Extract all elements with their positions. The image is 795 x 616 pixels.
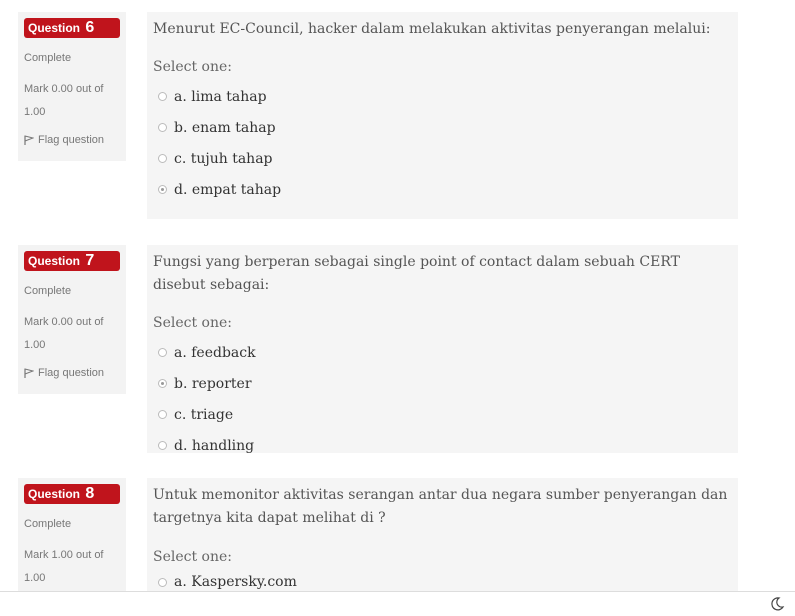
answer-label: a. Kaspersky.com (174, 574, 297, 590)
flag-icon (24, 134, 34, 145)
radio-button-selected[interactable] (158, 185, 167, 194)
answer-option[interactable]: a. feedback (153, 337, 732, 368)
bottom-bar (0, 591, 795, 616)
question-content: Fungsi yang berperan sebagai single poin… (147, 245, 738, 454)
answer-label: d. empat tahap (174, 181, 282, 198)
answer-label: a. lima tahap (174, 88, 267, 105)
answer-option[interactable]: b. enam tahap (153, 112, 732, 143)
flag-question-link[interactable]: Flag question (24, 134, 120, 146)
radio-button-selected[interactable] (158, 379, 167, 388)
flag-question-label: Flag question (38, 134, 105, 146)
question-info: Question 8 Complete Mark 1.00 out of 1.0… (18, 478, 126, 591)
answer-label: d. handling (174, 437, 255, 454)
answer-options: a. lima tahap b. enam tahap c. tujuh tah… (153, 81, 732, 205)
select-one-prompt: Select one: (153, 315, 233, 331)
question-number: 8 (85, 485, 95, 502)
question-state: Complete (24, 518, 72, 530)
flag-icon (24, 367, 34, 378)
answer-option[interactable]: c. triage (153, 399, 732, 430)
answer-option[interactable]: a. lima tahap (153, 81, 732, 112)
question-content: Menurut EC-Council, hacker dalam melakuk… (147, 12, 738, 219)
radio-button[interactable] (158, 410, 167, 419)
question-number-badge: Question 6 (24, 18, 120, 38)
answer-options: a. feedback b. reporter c. triage d. han… (153, 337, 732, 461)
answer-label: c. triage (174, 406, 234, 423)
answer-label: b. enam tahap (174, 119, 276, 136)
question-text: Untuk memonitor aktivitas serangan antar… (153, 487, 728, 526)
question-info: Question 7 Complete Mark 0.00 out of 1.0… (18, 245, 126, 394)
question-grade: Mark 1.00 out of 1.00 (24, 549, 104, 584)
select-one-prompt: Select one: (153, 549, 233, 565)
question-text: Menurut EC-Council, hacker dalam melakuk… (153, 21, 711, 37)
question-number-badge: Question 7 (24, 251, 120, 271)
question-grade: Mark 0.00 out of 1.00 (24, 316, 104, 351)
question-label: Question (28, 21, 81, 35)
question-number: 6 (85, 19, 95, 36)
radio-button[interactable] (158, 577, 167, 587)
answer-option[interactable]: d. empat tahap (153, 174, 732, 205)
flag-question-label: Flag question (38, 367, 105, 379)
answer-option[interactable]: d. handling (153, 430, 732, 461)
answer-label: a. feedback (174, 344, 256, 361)
question-state: Complete (24, 285, 72, 297)
radio-button[interactable] (158, 441, 167, 450)
answer-option[interactable]: b. reporter (153, 368, 732, 399)
radio-button[interactable] (158, 154, 167, 163)
question-info: Question 6 Complete Mark 0.00 out of 1.0… (18, 12, 126, 161)
select-one-prompt: Select one: (153, 59, 233, 75)
answer-options: a. Kaspersky.com (153, 571, 732, 591)
answer-option[interactable]: a. Kaspersky.com (153, 571, 732, 591)
question-label: Question (28, 254, 81, 268)
answer-option[interactable]: c. tujuh tahap (153, 143, 732, 174)
question-number-badge: Question 8 (24, 484, 120, 504)
flag-question-link[interactable]: Flag question (24, 367, 120, 379)
question-grade: Mark 0.00 out of 1.00 (24, 83, 104, 118)
question-label: Question (28, 487, 81, 501)
answer-label: b. reporter (174, 375, 252, 392)
question-number: 7 (85, 252, 95, 269)
radio-button[interactable] (158, 92, 167, 101)
question-content: Untuk memonitor aktivitas serangan antar… (147, 478, 738, 591)
question-text: Fungsi yang berperan sebagai single poin… (153, 254, 680, 293)
moon-icon[interactable] (769, 596, 785, 612)
question-state: Complete (24, 52, 72, 64)
radio-button[interactable] (158, 123, 167, 132)
answer-label: c. tujuh tahap (174, 150, 273, 167)
radio-button[interactable] (158, 348, 167, 357)
